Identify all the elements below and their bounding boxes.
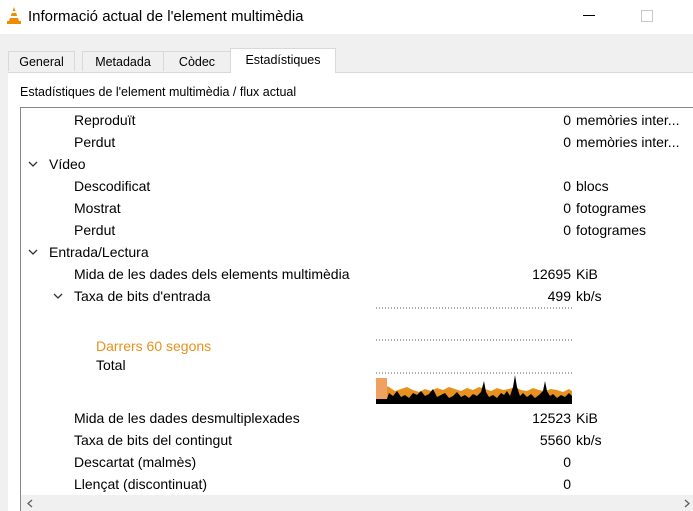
- window-title: Informació actual de l'element multimèdi…: [28, 8, 304, 25]
- horizontal-scrollbar[interactable]: [21, 495, 693, 511]
- tree-row-discarded[interactable]: Descartat (malmès) 0: [21, 451, 693, 473]
- row-unit: kb/s: [576, 432, 602, 448]
- maximize-button[interactable]: [641, 10, 653, 22]
- row-value: 0: [563, 112, 571, 128]
- row-value: 5560: [539, 432, 571, 448]
- tab-metadata[interactable]: Metadada: [82, 51, 164, 71]
- tree-row-dropped[interactable]: Llençat (discontinuat) 0: [21, 473, 693, 495]
- row-value: 0: [563, 454, 571, 470]
- row-label: Mida de les dades dels elements multimèd…: [74, 266, 350, 282]
- chevron-down-icon[interactable]: [28, 159, 38, 169]
- row-label: Descodificat: [74, 178, 151, 194]
- tree-row-video-shown[interactable]: Mostrat 0 fotogrames: [21, 197, 693, 219]
- graph-legend-total: Total: [96, 357, 126, 373]
- tree-row-video-lost[interactable]: Perdut 0 fotogrames: [21, 219, 693, 241]
- row-unit: kb/s: [576, 288, 602, 304]
- row-label: Mida de les dades desmultiplexades: [74, 410, 300, 426]
- tree-row-audio-played[interactable]: Reproduït 0 memòries inter...: [21, 109, 693, 131]
- row-label: Perdut: [74, 222, 116, 238]
- tree-row-media-data-size[interactable]: Mida de les dades dels elements multimèd…: [21, 263, 693, 285]
- row-label: Mostrat: [74, 200, 121, 216]
- tab-codec[interactable]: Còdec: [163, 51, 231, 71]
- tree-row-demux-data-size[interactable]: Mida de les dades desmultiplexades 12523…: [21, 407, 693, 429]
- row-unit: KiB: [576, 410, 598, 426]
- tree-row-content-bitrate[interactable]: Taxa de bits del contingut 5560 kb/s: [21, 429, 693, 451]
- section-title: Estadístiques de l'element multimèdia / …: [20, 85, 297, 99]
- tree-row-input-bitrate[interactable]: Taxa de bits d'entrada 499 kb/s: [21, 285, 693, 307]
- row-label: Llençat (discontinuat): [74, 476, 208, 492]
- row-value: 0: [563, 178, 571, 194]
- tree-row-input[interactable]: Entrada/Lectura: [21, 241, 693, 263]
- row-value: 0: [563, 200, 571, 216]
- row-unit: blocs: [576, 178, 609, 194]
- row-unit: fotogrames: [576, 200, 647, 216]
- row-label: Taxa de bits d'entrada: [74, 288, 211, 304]
- row-unit: memòries inter...: [576, 112, 680, 128]
- chevron-down-icon[interactable]: [28, 247, 38, 257]
- tree-row-video-decoded[interactable]: Descodificat 0 blocs: [21, 175, 693, 197]
- minimize-button[interactable]: [583, 15, 595, 16]
- vlc-cone-icon: [7, 7, 21, 24]
- bitrate-graph: [376, 307, 572, 404]
- statistics-tree[interactable]: Reproduït 0 memòries inter... Perdut 0 m…: [20, 107, 693, 511]
- row-value: 12695: [532, 266, 571, 282]
- row-label: Perdut: [74, 134, 116, 150]
- tree-row-audio-lost[interactable]: Perdut 0 memòries inter...: [21, 131, 693, 153]
- arrow-left-icon[interactable]: [26, 499, 33, 508]
- row-label: Entrada/Lectura: [49, 244, 149, 260]
- tree-row-video[interactable]: Vídeo: [21, 153, 693, 175]
- tab-statistics[interactable]: Estadístiques: [230, 48, 336, 73]
- row-value: 12523: [532, 410, 571, 426]
- row-unit: memòries inter...: [576, 134, 680, 150]
- row-value: 0: [563, 476, 571, 492]
- row-label: Vídeo: [49, 156, 86, 172]
- row-unit: KiB: [576, 266, 598, 282]
- tab-divider: [8, 72, 693, 73]
- title-bar: Informació actual de l'element multimèdi…: [0, 0, 693, 34]
- row-label: Descartat (malmès): [74, 454, 197, 470]
- row-label: Taxa de bits del contingut: [74, 432, 232, 448]
- tab-general[interactable]: General: [8, 51, 75, 71]
- row-label: Reproduït: [74, 112, 136, 128]
- row-value: 0: [563, 134, 571, 150]
- arrow-right-icon[interactable]: [684, 499, 691, 508]
- chevron-down-icon[interactable]: [53, 291, 63, 301]
- graph-legend-recent: Darrers 60 segons: [96, 338, 212, 354]
- row-value: 0: [563, 222, 571, 238]
- row-unit: fotogrames: [576, 222, 647, 238]
